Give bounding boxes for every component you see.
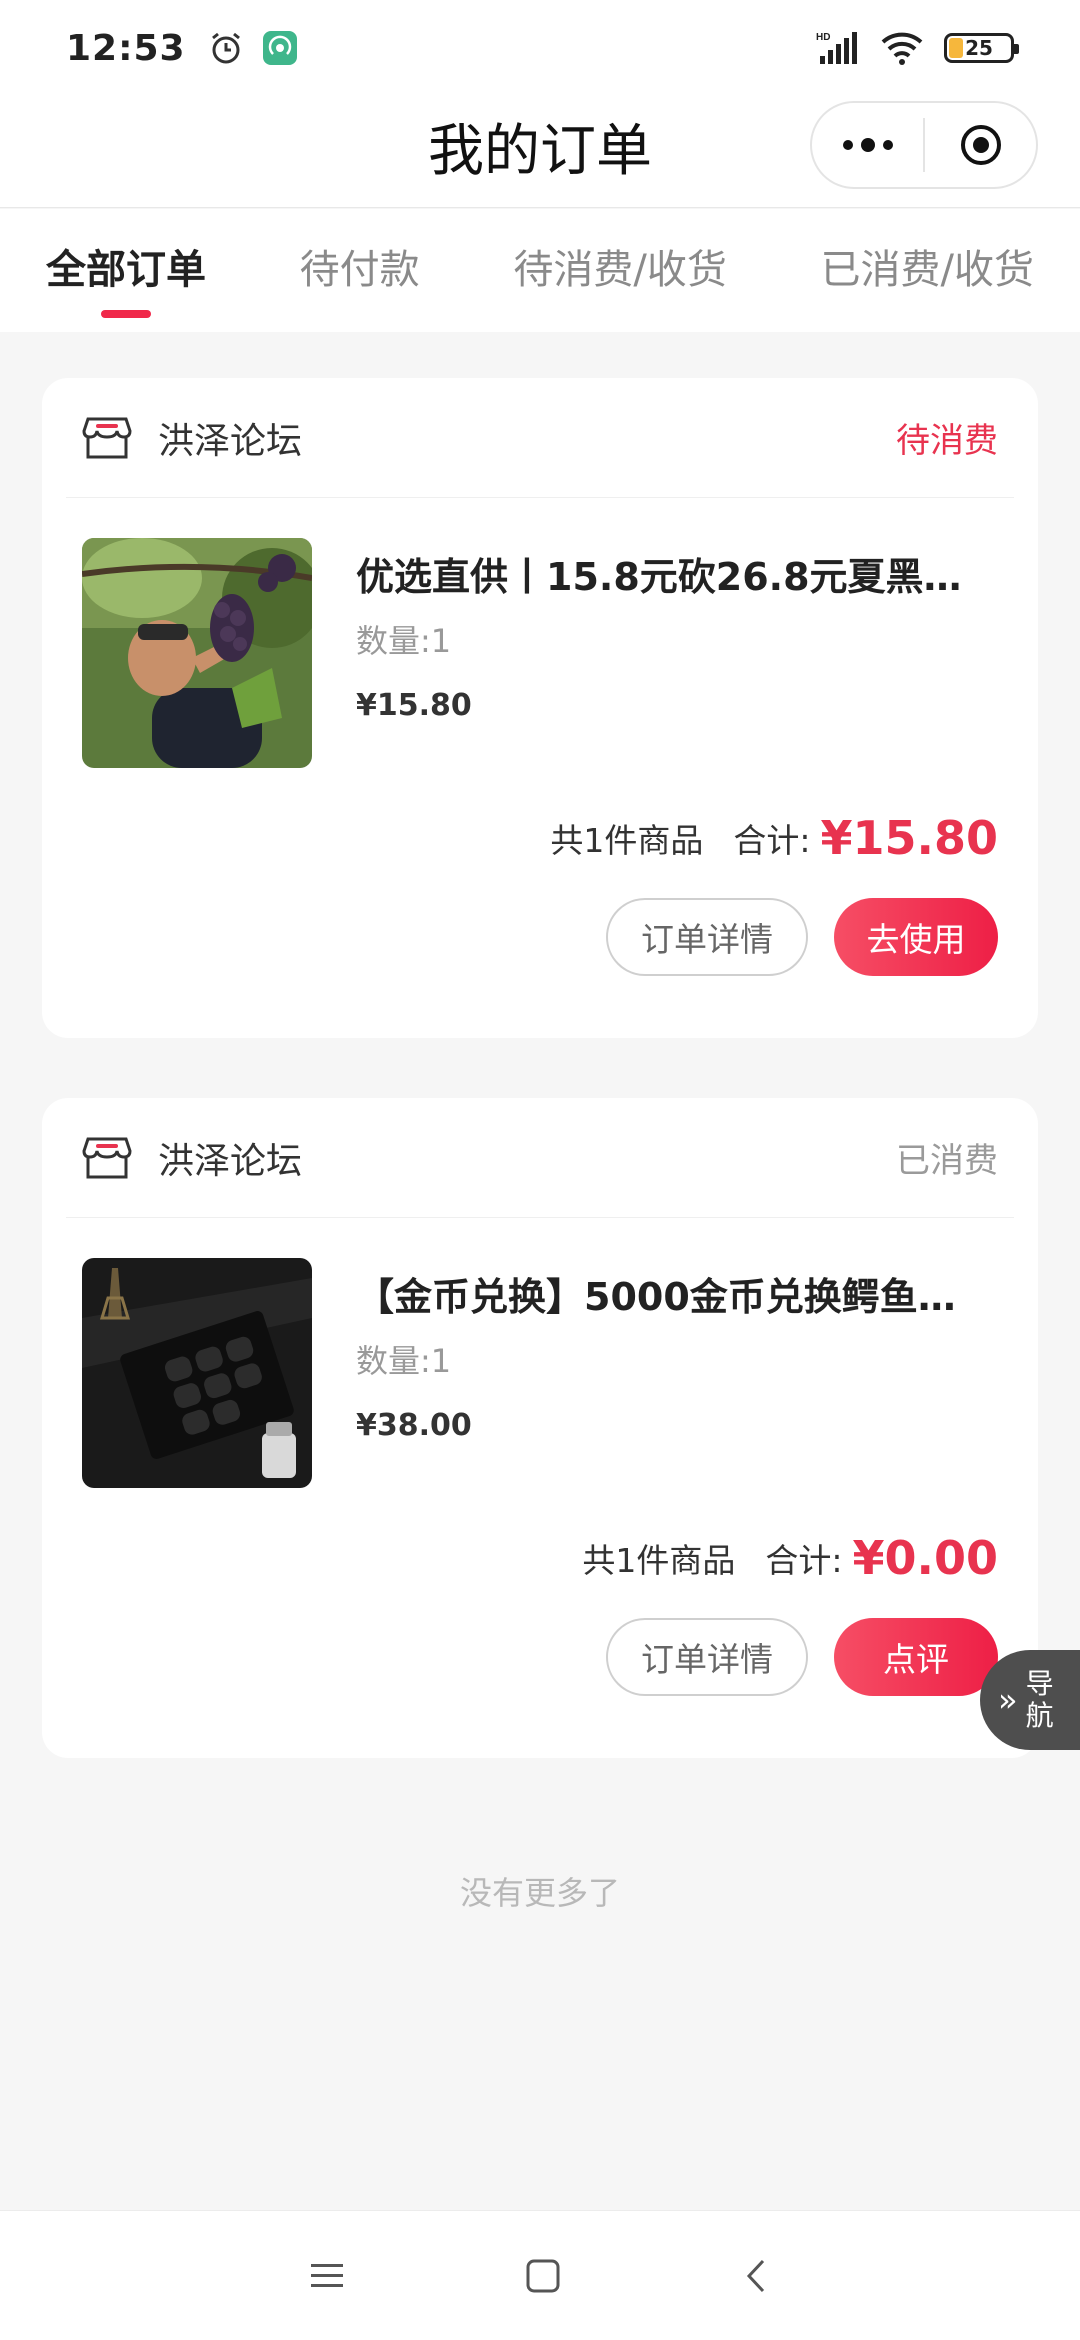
tab-pending-payment[interactable]: 待付款: [300, 209, 420, 332]
tab-completed[interactable]: 已消费/收货: [821, 209, 1034, 332]
more-button[interactable]: [812, 103, 923, 187]
tab-pending-use[interactable]: 待消费/收货: [513, 209, 726, 332]
product-price: ¥38.00: [356, 1408, 472, 1443]
alarm-icon: [211, 32, 240, 64]
mini-program-capsule: [810, 101, 1038, 189]
order-detail-button[interactable]: 订单详情: [606, 1618, 808, 1696]
order-tabs: 全部订单 待付款 待消费/收货 已消费/收货: [0, 209, 1080, 332]
svg-text:HD: HD: [816, 32, 830, 43]
review-button[interactable]: 点评: [834, 1618, 998, 1696]
order-summary: 共1件商品 合计: ¥15.80: [42, 788, 1038, 888]
status-bar: 12:53 HD 25: [0, 0, 1080, 96]
shop-icon: [82, 417, 132, 458]
product-row[interactable]: 【金币兑换】5000金币兑换鳄鱼纹… 数量:1 ¥38.00: [42, 1218, 1038, 1508]
battery-level: 25: [965, 36, 993, 60]
item-count: 共1件商品: [582, 1541, 736, 1580]
product-row[interactable]: 优选直供丨15.8元砍26.8元夏黑葡萄… 数量:1 ¥15.80: [42, 498, 1038, 788]
more-dots-icon: [842, 138, 893, 152]
product-title[interactable]: 优选直供丨15.8元砍26.8元夏黑葡萄…: [356, 546, 976, 601]
system-nav-bar: [0, 2210, 1080, 2340]
wifi-icon: [881, 32, 923, 65]
hotspot-app-icon: [262, 31, 297, 65]
guide-nav-button[interactable]: » 导航: [980, 1650, 1080, 1750]
shop-name[interactable]: 洪泽论坛: [158, 412, 302, 464]
order-card-header: 洪泽论坛 已消费: [66, 1098, 1014, 1218]
use-button[interactable]: 去使用: [834, 898, 998, 976]
total-amount: ¥15.80: [820, 811, 998, 865]
product-quantity: 数量:1: [356, 1342, 452, 1380]
status-right-icons: HD 25: [816, 30, 1019, 66]
status-time: 12:53: [66, 27, 186, 69]
no-more-text: 没有更多了: [459, 1874, 620, 1912]
battery-icon: 25: [944, 33, 1019, 63]
shop-name[interactable]: 洪泽论坛: [158, 1132, 302, 1184]
menu-icon[interactable]: [309, 2261, 345, 2291]
shop-icon: [82, 1137, 132, 1178]
order-summary: 共1件商品 合计: ¥0.00: [42, 1508, 1038, 1608]
back-icon[interactable]: [741, 2258, 771, 2294]
order-detail-button[interactable]: 订单详情: [606, 898, 808, 976]
product-price: ¥15.80: [356, 688, 472, 723]
order-status: 待消费: [896, 421, 998, 461]
nav-bar: 我的订单: [0, 96, 1080, 208]
total-label: 合计:: [765, 1541, 843, 1580]
hd-signal-icon: HD: [816, 32, 857, 64]
home-icon[interactable]: [525, 2258, 561, 2294]
order-status: 已消费: [896, 1141, 998, 1181]
tab-all-orders[interactable]: 全部订单: [46, 209, 206, 332]
page: 12:53 HD 25 我的订单 全部订单 待付款 待消费/收货 已消费/收货 …: [0, 0, 1080, 2340]
product-image[interactable]: [82, 538, 312, 768]
order-card: 洪泽论坛 已消费 【金币兑换】5000金币兑换鳄鱼纹… 数量:1 ¥38.00 …: [42, 1098, 1038, 1758]
status-left-icons: [208, 30, 298, 66]
item-count: 共1件商品: [550, 821, 704, 860]
order-actions: 订单详情 去使用: [42, 888, 1038, 1038]
order-card: 洪泽论坛 待消费 优选直供丨15.8元砍26.8元夏黑葡萄… 数量:1 ¥15.…: [42, 378, 1038, 1038]
product-image[interactable]: [82, 1258, 312, 1488]
close-button[interactable]: [925, 103, 1036, 187]
total-amount: ¥0.00: [852, 1531, 998, 1585]
product-title[interactable]: 【金币兑换】5000金币兑换鳄鱼纹…: [356, 1266, 976, 1321]
order-card-header: 洪泽论坛 待消费: [66, 378, 1014, 498]
total-label: 合计:: [733, 821, 811, 860]
product-quantity: 数量:1: [356, 622, 452, 660]
guide-label: 导航: [1025, 1667, 1054, 1732]
double-chevron-right-icon: »: [998, 1681, 1018, 1719]
order-actions: 订单详情 点评: [42, 1608, 1038, 1758]
close-target-icon: [960, 125, 1001, 165]
